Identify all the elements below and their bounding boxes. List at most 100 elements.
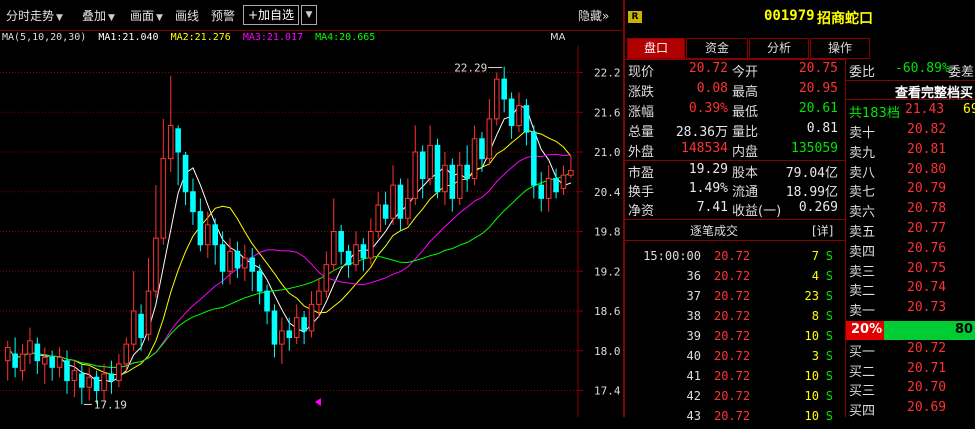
quote-label: 涨跌	[628, 85, 655, 100]
ask-price: 20.74	[907, 280, 947, 296]
chart-toolbar: 分时走势 ▼ 叠加 ▼ 画面 ▼ 画线 预警 +加自选 ▼ 隐藏»	[0, 0, 622, 31]
candle-body	[64, 360, 70, 382]
tab-orderbook[interactable]: 盘口	[627, 38, 685, 59]
stock-name: 招商蛇口	[817, 11, 873, 27]
tick-time: 15:00:00	[643, 249, 701, 263]
ma-toggle[interactable]: MA	[550, 32, 565, 43]
ask-label: 卖二	[849, 284, 876, 300]
ask-row[interactable]: 卖五 20.77	[849, 221, 975, 240]
view-menu[interactable]: 画面 ▼	[130, 7, 163, 24]
fund-value: 79.04亿	[785, 166, 838, 181]
ask-row[interactable]: 卖七 20.79	[849, 181, 975, 200]
ask-label: 卖一	[849, 304, 876, 320]
fund-label: 换手	[628, 185, 655, 200]
tick-price: 20.72	[714, 289, 751, 303]
candle-body	[79, 373, 85, 388]
candle-body	[293, 317, 300, 338]
bid-row[interactable]: 买二 20.71	[849, 361, 975, 380]
tick-detail-link[interactable]: [详]	[812, 222, 833, 239]
ask-row[interactable]: 卖四 20.76	[849, 241, 975, 260]
candle-body	[345, 250, 352, 266]
candle-body	[449, 164, 456, 199]
overlay-menu[interactable]: 叠加 ▼	[82, 7, 115, 24]
tick-side: S	[825, 249, 833, 263]
tick-volume: 10	[804, 389, 819, 403]
candle-body	[508, 98, 515, 126]
candle-body	[190, 191, 196, 213]
tick-time: 36	[686, 269, 701, 283]
ask-row[interactable]: 卖一 20.73	[849, 300, 975, 319]
candle-body	[405, 197, 411, 219]
candle-body	[560, 174, 567, 189]
quote-value: 20.95	[798, 81, 838, 96]
stock-code: 001979	[764, 8, 815, 24]
sell-ratio-label: 80	[955, 322, 974, 337]
quote-label: 涨幅	[628, 105, 655, 120]
ask-row[interactable]: 卖九 20.81	[849, 142, 975, 161]
hide-panel-button[interactable]: 隐藏»	[578, 7, 609, 24]
ask-row[interactable]: 卖三 20.75	[849, 261, 975, 280]
draw-line-button[interactable]: 画线	[175, 7, 199, 24]
candle-body	[204, 224, 211, 246]
ma-legend: MA(5,10,20,30) MA1:21.040 MA2:21.276 MA3…	[2, 32, 375, 43]
bid-price: 20.70	[907, 380, 947, 395]
candle-body	[167, 125, 174, 160]
ask-price: 20.82	[907, 122, 947, 137]
weibi-label: 委比	[849, 65, 876, 80]
quote-value: 28.36万	[675, 125, 728, 140]
quote-label: 内盘	[732, 145, 759, 160]
bid-row[interactable]: 买一 20.72	[849, 341, 975, 360]
candlestick-chart[interactable]: 22.2 21.6 21.0 20.4 19.8 19.2 18.6 18.0 17.4 22.2…	[0, 46, 622, 417]
candle-body	[323, 264, 330, 292]
bid-row[interactable]: 买三 20.70	[849, 380, 975, 399]
tick-row: 42 20.72 10 S	[630, 389, 845, 409]
quote-value: 135059	[791, 141, 838, 156]
candle-body	[397, 184, 404, 219]
quote-value: 0.08	[696, 81, 728, 96]
tab-analysis[interactable]: 分析	[749, 38, 809, 59]
add-favorite-dropdown[interactable]: ▼	[301, 5, 317, 25]
tab-trade[interactable]: 操作	[810, 38, 870, 59]
candle-body	[138, 313, 144, 338]
candle-body	[41, 356, 48, 365]
alert-button[interactable]: 预警	[211, 7, 235, 24]
intraday-menu[interactable]: 分时走势 ▼	[6, 7, 63, 24]
ask-row[interactable]: 卖六 20.78	[849, 201, 975, 220]
candle-body	[71, 370, 78, 382]
weibi-value: -60.89%	[895, 61, 950, 76]
candle-body	[434, 144, 441, 193]
candle-body	[419, 151, 426, 179]
bid-label: 买一	[849, 345, 876, 360]
tick-row: 39 20.72 10 S	[630, 329, 845, 349]
candle-body	[523, 105, 530, 133]
candle-body	[279, 330, 285, 345]
tick-side: S	[825, 349, 833, 363]
low-price-label: 17.19	[94, 398, 127, 411]
candle-body	[368, 231, 374, 259]
tick-row: 15:00:00 20.72 7 S	[630, 249, 845, 269]
candle-body	[212, 224, 218, 246]
tick-price: 20.72	[714, 269, 751, 283]
chevron-down-icon: ▼	[108, 13, 115, 23]
fund-label: 净资	[628, 204, 655, 219]
candle-body	[360, 244, 367, 259]
ask-row[interactable]: 卖十 20.82	[849, 122, 975, 141]
quote-label: 最低	[732, 105, 759, 120]
ma-label: MA(5,10,20,30)	[2, 32, 87, 43]
fund-label: 股本	[732, 166, 759, 181]
bid-row[interactable]: 买四 20.69	[849, 400, 975, 419]
candle-body	[86, 376, 93, 388]
ask-row[interactable]: 卖八 20.80	[849, 162, 975, 181]
candle-body	[479, 138, 485, 160]
weicha-label: 委差	[948, 65, 975, 80]
y-tick-label: 18.0	[594, 345, 621, 358]
ask-row[interactable]: 卖二 20.74	[849, 280, 975, 299]
candle-body	[330, 231, 337, 266]
fund-label: 流通	[732, 185, 759, 200]
quote-label: 量比	[732, 125, 759, 140]
y-tick-label: 22.2	[594, 67, 621, 80]
y-tick-label: 20.4	[594, 186, 621, 199]
tab-capital[interactable]: 资金	[686, 38, 748, 59]
ask-label: 卖七	[849, 185, 876, 201]
add-favorite-button[interactable]: +加自选	[243, 5, 300, 25]
